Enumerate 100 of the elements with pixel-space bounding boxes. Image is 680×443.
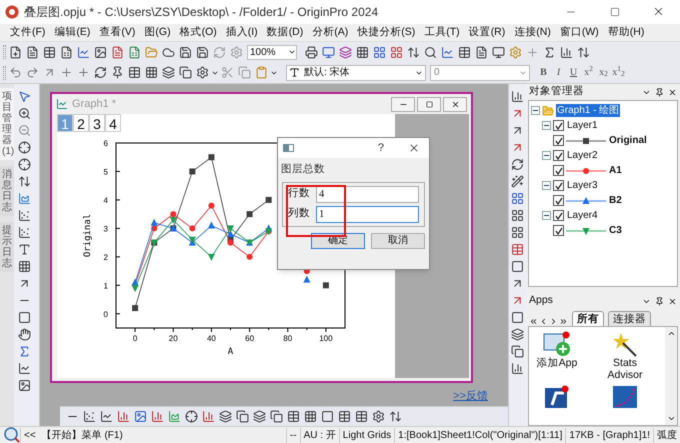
scroll-down-icon[interactable] bbox=[666, 414, 676, 423]
menu-item[interactable]: 格式(O) bbox=[180, 24, 217, 40]
print-icon[interactable] bbox=[303, 44, 320, 60]
box-icon[interactable] bbox=[509, 309, 526, 326]
grid-layout-icon[interactable] bbox=[509, 224, 526, 241]
tree-item[interactable]: A1 bbox=[608, 164, 623, 177]
dialog-button[interactable]: 取消 bbox=[371, 232, 425, 249]
format-button[interactable]: I bbox=[551, 64, 566, 80]
tree-item[interactable]: Original bbox=[608, 134, 648, 147]
duplicate-icon[interactable] bbox=[177, 64, 194, 81]
menu-item[interactable]: 分析(A) bbox=[312, 24, 348, 40]
layers-icon[interactable] bbox=[337, 44, 354, 60]
scatter-plot-icon[interactable] bbox=[81, 408, 98, 425]
close-icon[interactable] bbox=[668, 88, 677, 96]
panel-icon[interactable] bbox=[509, 241, 526, 258]
options-icon[interactable] bbox=[194, 64, 211, 81]
tree-item[interactable]: C3 bbox=[608, 224, 623, 237]
format-button[interactable]: x$^{2}$ bbox=[581, 64, 596, 80]
restore-button[interactable] bbox=[417, 96, 441, 112]
menu-item[interactable]: 图(G) bbox=[144, 24, 171, 40]
tree-item[interactable]: Graph1 - 绘图 bbox=[556, 104, 620, 117]
menu-item[interactable]: 数据(D) bbox=[266, 24, 304, 40]
panel-tab[interactable]: 所有 bbox=[572, 311, 604, 326]
tree-item[interactable]: Layer2 bbox=[566, 149, 599, 162]
scatter-icon[interactable] bbox=[16, 207, 33, 224]
first-icon[interactable] bbox=[529, 317, 538, 326]
menu-item[interactable]: 编辑(E) bbox=[54, 24, 90, 40]
layer-tab[interactable]: 4 bbox=[105, 114, 121, 132]
dock-tab[interactable]: 消息日志 bbox=[0, 166, 14, 216]
close-icon[interactable] bbox=[408, 142, 420, 154]
menu-item[interactable]: 帮助(H) bbox=[608, 24, 644, 40]
caret-icon[interactable] bbox=[288, 48, 296, 56]
data-icon[interactable] bbox=[126, 64, 143, 81]
column-chart-icon[interactable] bbox=[115, 408, 132, 425]
menu-item[interactable]: 设置(R) bbox=[468, 24, 506, 40]
menu-item[interactable]: 文件(F) bbox=[10, 24, 46, 40]
points-icon[interactable] bbox=[16, 224, 33, 241]
checkbox[interactable] bbox=[553, 150, 564, 161]
font-field[interactable]: 默认: 宋体 bbox=[286, 64, 426, 80]
checkbox[interactable] bbox=[553, 120, 564, 131]
pin-icon[interactable] bbox=[655, 88, 664, 96]
frame-icon[interactable] bbox=[509, 258, 526, 275]
scroll-up-icon[interactable] bbox=[666, 329, 676, 338]
close-button[interactable] bbox=[443, 96, 467, 112]
collapse-icon[interactable] bbox=[542, 211, 551, 220]
rectangle-tool-icon[interactable] bbox=[16, 309, 33, 326]
tree-item[interactable]: B2 bbox=[608, 194, 623, 207]
arrange-icon[interactable] bbox=[509, 207, 526, 224]
checkbox[interactable] bbox=[553, 195, 564, 206]
crosshair-icon[interactable] bbox=[16, 139, 33, 156]
pin-icon[interactable] bbox=[655, 296, 664, 306]
hand-icon[interactable] bbox=[16, 326, 33, 343]
layer-tab[interactable]: 3 bbox=[89, 114, 105, 132]
app-label[interactable]: 添加App bbox=[536, 357, 578, 369]
menu-item[interactable]: 查看(V) bbox=[99, 24, 136, 40]
help-button[interactable]: ? bbox=[378, 140, 384, 156]
menu-item[interactable]: 工具(T) bbox=[424, 24, 460, 40]
layer-wizard-icon[interactable] bbox=[509, 173, 526, 190]
font-size-field[interactable]: 0 bbox=[430, 64, 530, 80]
menu-item[interactable]: 窗口(W) bbox=[560, 24, 599, 40]
target-icon[interactable] bbox=[16, 156, 33, 173]
line-symbol-icon[interactable] bbox=[98, 408, 115, 425]
checkbox[interactable] bbox=[553, 180, 564, 191]
collapse-icon[interactable] bbox=[542, 121, 551, 130]
collapse-icon[interactable] bbox=[531, 106, 540, 115]
input-field[interactable]: 1 bbox=[316, 206, 419, 223]
tree-item[interactable]: Layer4 bbox=[566, 209, 599, 222]
menu-item[interactable]: 快捷分析(S) bbox=[357, 24, 416, 40]
layer-icon[interactable] bbox=[160, 64, 177, 81]
refresh-layers-icon[interactable] bbox=[509, 156, 526, 173]
collapse-icon[interactable] bbox=[542, 181, 551, 190]
previous-icon[interactable] bbox=[539, 317, 548, 326]
checkbox[interactable] bbox=[553, 210, 564, 221]
last-icon[interactable] bbox=[559, 317, 568, 326]
rotate-icon[interactable] bbox=[92, 64, 109, 81]
tree-item[interactable]: Layer1 bbox=[566, 119, 599, 132]
grid-plot-icon[interactable] bbox=[302, 408, 319, 425]
checkbox[interactable] bbox=[553, 165, 564, 176]
checkbox[interactable] bbox=[553, 225, 564, 236]
format-button[interactable]: U bbox=[566, 64, 581, 80]
panel-tab[interactable]: 连接器 bbox=[608, 311, 651, 326]
magnifier-icon[interactable] bbox=[4, 427, 20, 443]
image-tool-icon[interactable] bbox=[16, 377, 33, 394]
input-field[interactable]: 4 bbox=[316, 186, 419, 203]
maximize-icon[interactable] bbox=[610, 7, 620, 17]
format-button[interactable]: x$_{2}$ bbox=[596, 64, 611, 80]
checkbox[interactable] bbox=[553, 135, 564, 146]
dock-tab[interactable]: 项目管理器(1) bbox=[0, 88, 14, 160]
collapse-icon[interactable] bbox=[542, 151, 551, 160]
menu-item[interactable]: 插入(I) bbox=[226, 24, 258, 40]
close-icon[interactable] bbox=[668, 296, 677, 306]
tree-item[interactable]: Layer3 bbox=[566, 179, 599, 192]
region-icon[interactable] bbox=[16, 190, 33, 207]
close-icon[interactable] bbox=[652, 5, 665, 18]
app-label[interactable]: Stats Advisor bbox=[597, 357, 653, 381]
zoom-in-icon[interactable] bbox=[16, 105, 33, 122]
format-button[interactable]: B bbox=[536, 64, 551, 80]
zoom-field[interactable]: 100% bbox=[247, 44, 297, 60]
dock-tab[interactable]: 提示日志 bbox=[0, 222, 14, 272]
menu-item[interactable]: 连接(N) bbox=[514, 24, 551, 40]
